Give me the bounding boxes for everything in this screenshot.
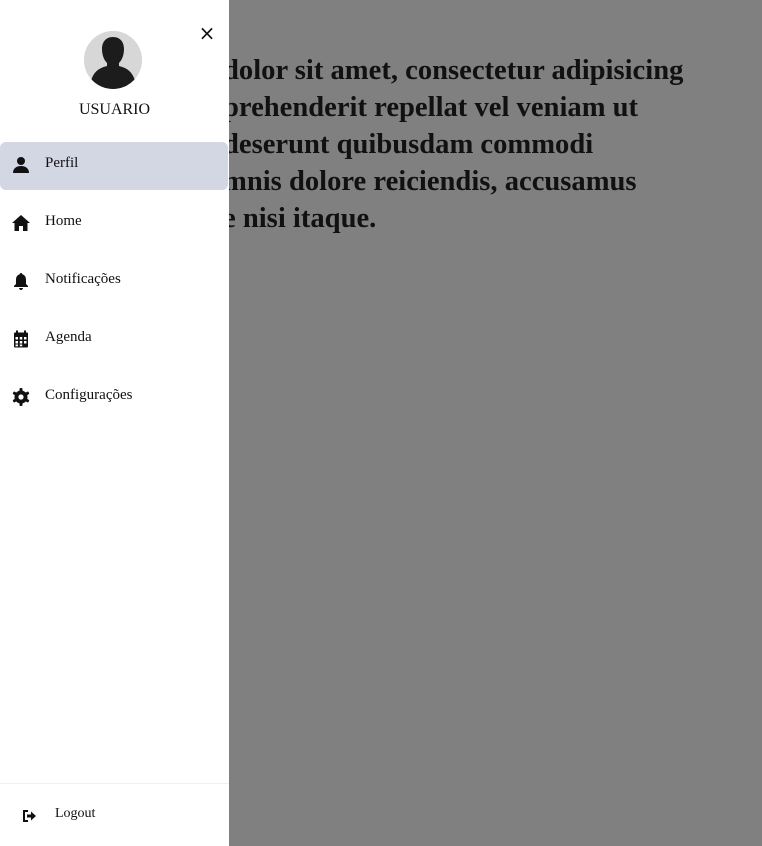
- content-line: e nisi itaque.: [223, 203, 377, 234]
- menu-item-agenda[interactable]: Agenda: [0, 316, 228, 364]
- home-icon: [12, 214, 30, 232]
- avatar: [84, 31, 142, 89]
- logout-button[interactable]: Logout: [0, 798, 229, 834]
- content-line: deserunt quibusdam commodi: [223, 129, 594, 160]
- menu-item-label: Perfil: [45, 155, 79, 171]
- drawer-divider: [0, 783, 229, 784]
- menu-item-label: Agenda: [45, 329, 92, 345]
- menu-item-notificacoes[interactable]: Notificações: [0, 258, 228, 306]
- menu-item-label: Notificações: [45, 271, 121, 287]
- person-icon: [12, 156, 30, 174]
- side-drawer: × USUARIO Perfil Home Notificações Agend…: [0, 0, 229, 846]
- logout-label: Logout: [55, 806, 96, 821]
- menu-item-label: Home: [45, 213, 82, 229]
- calendar-icon: [12, 330, 30, 348]
- content-line: prehenderit repellat vel veniam ut: [223, 92, 639, 123]
- content-line: mnis dolore reiciendis, accusamus: [223, 166, 637, 197]
- menu-item-perfil[interactable]: Perfil: [0, 142, 228, 190]
- close-icon[interactable]: ×: [197, 23, 217, 43]
- logout-icon: [21, 808, 37, 824]
- content-line: dolor sit amet, consectetur adipisicing: [223, 55, 684, 86]
- gear-icon: [12, 388, 30, 406]
- drawer-menu: Perfil Home Notificações Agenda Configur…: [0, 142, 229, 432]
- menu-item-label: Configurações: [45, 387, 133, 403]
- username: USUARIO: [78, 101, 151, 118]
- bell-icon: [12, 272, 30, 290]
- menu-item-home[interactable]: Home: [0, 200, 228, 248]
- menu-item-configuracoes[interactable]: Configurações: [0, 374, 228, 422]
